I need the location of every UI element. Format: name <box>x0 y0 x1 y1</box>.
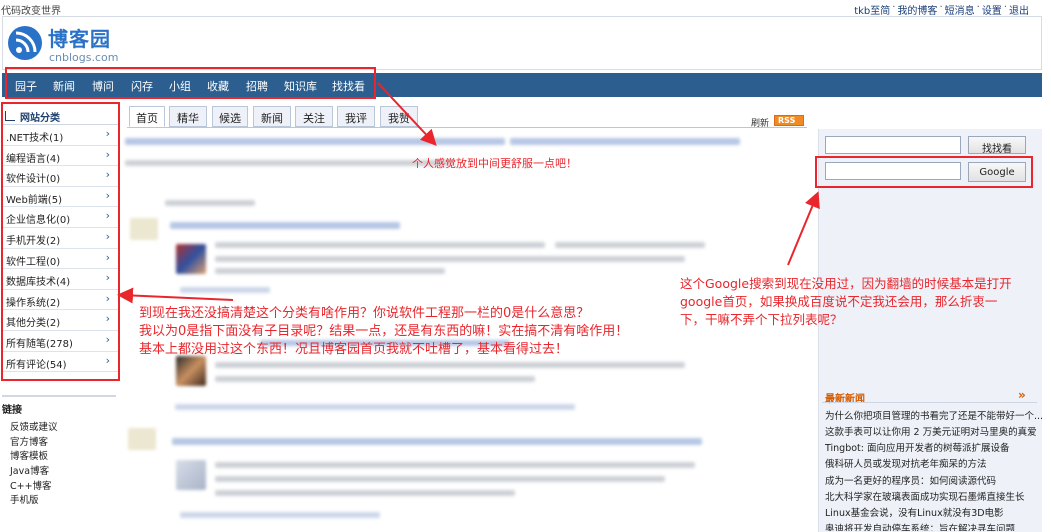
rss-badge[interactable]: RSS <box>774 115 804 126</box>
news-item[interactable]: Tingbot: 面向应用开发者的树莓派扩展设备 <box>825 440 1010 454</box>
site-header: 博客园 cnblogs.com <box>2 16 1042 70</box>
mobile-version-link[interactable]: 手机版 <box>2 492 116 507</box>
site-search-input[interactable] <box>825 136 961 154</box>
tab-my-comments[interactable]: 我评 <box>337 106 375 127</box>
news-item[interactable]: Linux基金会说，没有Linux就没有3D电影 <box>825 505 1004 519</box>
news-item[interactable]: 北大科学家在玻璃表面成功实现石墨烯直接生长 <box>825 489 1025 503</box>
blurred-line <box>172 438 702 445</box>
separator: · <box>1003 2 1007 13</box>
tab-following[interactable]: 关注 <box>295 106 333 127</box>
annotation-box-nav <box>5 67 376 99</box>
logo-title[interactable]: 博客园 <box>48 23 111 52</box>
site-slogan: 代码改变世界 <box>1 6 61 17</box>
blurred-line <box>510 138 740 145</box>
cpp-blog-link[interactable]: C++博客 <box>2 478 116 493</box>
blurred-line <box>175 404 575 410</box>
java-blog-link[interactable]: Java博客 <box>2 463 116 478</box>
links-panel: 链接 反馈或建议 官方博客 博客模板 Java博客 C++博客 手机版 <box>2 395 116 507</box>
annotation-search-line: google首页，如果换成百度说不定我还会用，那么折衷一 <box>680 294 998 309</box>
annotation-sidebar-line: 我以为0是指下面没有子目录呢？结果一点，还是有东西的嘛！实在搞不清有啥作用！ <box>139 324 629 339</box>
news-divider <box>822 402 1037 403</box>
separator: · <box>976 2 980 13</box>
tab-featured[interactable]: 精华 <box>169 106 207 127</box>
separator: · <box>892 2 896 13</box>
blog-templates-link[interactable]: 博客模板 <box>2 448 116 463</box>
blurred-line <box>215 476 665 482</box>
logout-link[interactable]: 退出 <box>1009 2 1029 17</box>
my-blog-link[interactable]: 我的博客 <box>897 2 937 17</box>
official-blog-link[interactable]: 官方博客 <box>2 434 116 449</box>
tab-news[interactable]: 新闻 <box>253 106 291 127</box>
avatar <box>176 460 206 490</box>
news-item[interactable]: 俄科研人员或发现对抗老年痴呆的方法 <box>825 456 987 470</box>
settings-link[interactable]: 设置 <box>982 2 1002 17</box>
separator: · <box>939 2 943 13</box>
blurred-line <box>215 362 685 368</box>
top-bar: 代码改变世界 tkb至简 · 我的博客 · 短消息 · 设置 · 退出 <box>0 0 1051 17</box>
feedback-link[interactable]: 反馈或建议 <box>2 419 116 434</box>
annotation-sidebar-line: 基本上都没用过这个东西！况且博客园首页我就不吐槽了，基本看得过去！ <box>139 342 569 357</box>
news-item[interactable]: 奥迪将开发自动停车系统：旨在解决寻车问题 <box>825 521 1015 531</box>
tab-candidates[interactable]: 候选 <box>212 106 248 127</box>
blurred-line <box>128 428 156 450</box>
tab-home[interactable]: 首页 <box>129 106 165 127</box>
blurred-line <box>215 490 515 496</box>
annotation-nav-note: 个人感觉放到中间更舒服一点吧！ <box>412 157 577 170</box>
news-item[interactable]: 成为一名更好的程序员：如何阅读源代码 <box>825 473 996 487</box>
blurred-line <box>180 287 270 293</box>
content-tabs: 首页 精华 候选 新闻 关注 我评 我赞 <box>127 106 807 128</box>
blurred-line <box>215 268 445 274</box>
avatar <box>176 244 206 274</box>
blurred-line <box>215 376 535 382</box>
user-links: tkb至简 · 我的博客 · 短消息 · 设置 · 退出 <box>854 2 1029 17</box>
annotation-box-google <box>815 156 1033 188</box>
blurred-line <box>170 222 400 229</box>
annotation-box-sidebar <box>1 102 120 381</box>
news-item[interactable]: 这款手表可以让你用 2 万美元证明对马里奥的真爱 <box>825 424 1037 438</box>
news-more-link[interactable]: » <box>1018 388 1026 402</box>
annotation-search-line: 下，干嘛不弄个下拉列表呢？ <box>680 312 843 327</box>
blurred-line <box>165 200 255 206</box>
annotation-search-line: 这个Google搜索到现在没用过，因为翻墙的时候基本是打开 <box>680 276 1012 291</box>
blurred-line <box>130 218 158 240</box>
right-panel <box>818 129 1042 532</box>
blurred-line <box>555 242 705 248</box>
messages-link[interactable]: 短消息 <box>945 2 975 17</box>
tab-my-likes[interactable]: 我赞 <box>380 106 418 127</box>
blurred-line <box>215 256 685 262</box>
user-name-link[interactable]: tkb至简 <box>854 2 890 17</box>
site-search-button[interactable]: 找找看 <box>968 136 1026 155</box>
annotation-sidebar-line: 到现在我还没搞清楚这个分类有啥作用？你说软件工程那一栏的0是什么意思？ <box>139 306 590 321</box>
refresh-link[interactable]: 刷新 <box>751 116 769 129</box>
rss-circle-icon[interactable] <box>7 25 43 61</box>
blurred-line <box>125 160 455 166</box>
blurred-line <box>215 242 545 248</box>
links-title: 链接 <box>2 405 22 416</box>
logo-subtitle: cnblogs.com <box>49 51 119 64</box>
news-item[interactable]: 为什么你把项目管理的书看完了还是不能带好一个... <box>825 408 1043 422</box>
blurred-line <box>215 462 695 468</box>
blurred-line <box>180 512 380 518</box>
avatar <box>176 356 206 386</box>
blurred-line <box>125 138 505 145</box>
